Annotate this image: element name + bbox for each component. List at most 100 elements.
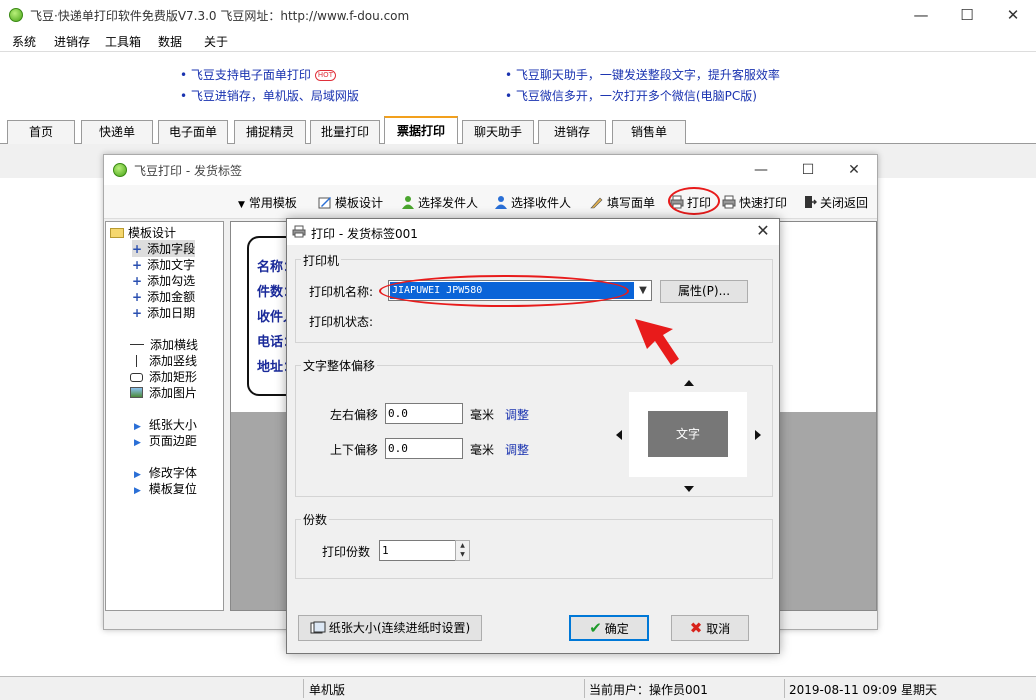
plus-icon: + — [132, 242, 143, 256]
tree-item-add-rect[interactable]: 添加矩形 — [130, 368, 197, 385]
ok-label: 确定 — [604, 622, 629, 636]
label-minimize-button[interactable]: — — [738, 155, 784, 185]
tb-label: 快速打印 — [739, 196, 788, 210]
tab-eorder[interactable]: 电子面单 — [158, 120, 228, 144]
offset-left-arrow-icon[interactable] — [616, 430, 622, 440]
pencil-icon — [590, 197, 603, 209]
promo-text[interactable]: 飞豆微信多开，一次打开多个微信(电脑PC版) — [516, 89, 757, 103]
hline-icon — [130, 344, 144, 345]
menu-inventory[interactable]: 进销存 — [54, 33, 90, 50]
label-window-titlebar: 飞豆打印 - 发货标签 — ☐ ✕ — [104, 155, 877, 185]
tab-express[interactable]: 快递单 — [81, 120, 153, 144]
tree-item-label: 纸张大小 — [148, 418, 197, 432]
tree-item-add-text[interactable]: + 添加文字 — [132, 256, 195, 273]
status-mode: 单机版 — [309, 683, 346, 697]
close-button[interactable]: ✕ — [990, 0, 1036, 30]
tab-inventory[interactable]: 进销存 — [538, 120, 606, 144]
tree-item-reset[interactable]: ▶ 模板复位 — [134, 480, 197, 497]
ud-adjust-link[interactable]: 调整 — [505, 441, 529, 458]
app-logo-icon — [9, 8, 23, 22]
tree-item-label: 添加金额 — [147, 290, 196, 304]
plus-icon: + — [132, 306, 143, 320]
ud-offset-label: 上下偏移 — [330, 443, 379, 457]
copies-input[interactable]: 1 — [379, 540, 456, 561]
lr-offset-input[interactable]: 0.0 — [385, 403, 463, 424]
spin-up-icon[interactable]: ▲ — [456, 541, 469, 550]
window-title: 飞豆·快递单打印软件免费版V7.3.0 飞豆网址：http://www.f-do… — [30, 9, 410, 23]
promo-link-eorder[interactable]: • 飞豆支持电子面单打印 HOT — [180, 66, 336, 83]
offset-group-label: 文字整体偏移 — [301, 357, 378, 374]
close-return-button[interactable]: 关闭返回 — [803, 194, 868, 211]
tree-item-label: 页面边距 — [148, 434, 197, 448]
promo-text[interactable]: 飞豆支持电子面单打印 — [191, 68, 311, 82]
tree-item-font[interactable]: ▶ 修改字体 — [134, 464, 197, 481]
plus-icon: + — [132, 290, 143, 304]
status-divider — [784, 679, 785, 698]
print-dialog-close-button[interactable]: ✕ — [753, 221, 773, 240]
promo-link-inventory[interactable]: • 飞豆进销存，单机版、局域网版 — [180, 87, 359, 104]
tree-item-add-field[interactable]: + 添加字段 — [132, 240, 196, 257]
tab-chat-helper[interactable]: 聊天助手 — [462, 120, 534, 144]
tab-capture[interactable]: 捕捉精灵 — [234, 120, 306, 144]
label-close-button[interactable]: ✕ — [831, 155, 877, 185]
template-design-button[interactable]: 模板设计 — [318, 194, 383, 211]
quick-print-button[interactable]: 快速打印 — [722, 194, 787, 211]
tree-item-label: 添加日期 — [147, 306, 196, 320]
copies-spinner[interactable]: ▲ ▼ — [455, 540, 470, 561]
printer-group-label: 打印机 — [301, 252, 342, 269]
tree-item-paper-size[interactable]: ▶ 纸张大小 — [134, 416, 197, 433]
tree-item-label: 修改字体 — [148, 466, 197, 480]
status-divider — [584, 679, 585, 698]
tree-item-margins[interactable]: ▶ 页面边距 — [134, 432, 197, 449]
menu-toolbox[interactable]: 工具箱 — [105, 33, 141, 50]
common-template-button[interactable]: ▼ 常用模板 — [238, 194, 297, 211]
offset-down-arrow-icon[interactable] — [684, 486, 694, 492]
chevron-down-icon[interactable]: ▼ — [635, 281, 651, 300]
design-pen-icon — [318, 197, 331, 209]
printer-properties-button[interactable]: 属性(P)... — [660, 280, 748, 303]
copies-group-label: 份数 — [301, 511, 330, 528]
promo-text[interactable]: 飞豆聊天助手，一键发送整段文字，提升客服效率 — [516, 68, 780, 82]
tree-item-add-vline[interactable]: 添加竖线 — [130, 352, 197, 369]
tree-item-add-check[interactable]: + 添加勾选 — [132, 272, 195, 289]
tab-batch-print[interactable]: 批量打印 — [310, 120, 380, 144]
spin-down-icon[interactable]: ▼ — [456, 550, 469, 559]
rect-icon — [130, 373, 143, 382]
main-tabs: 首页 快递单 电子面单 捕捉精灵 批量打印 票据打印 聊天助手 进销存 销售单 — [0, 113, 1036, 145]
promo-text[interactable]: 飞豆进销存，单机版、局域网版 — [191, 89, 359, 103]
menu-data[interactable]: 数据 — [158, 33, 182, 50]
paper-size-button[interactable]: 纸张大小(连续进纸时设置) — [298, 615, 482, 641]
lr-adjust-link[interactable]: 调整 — [505, 406, 529, 423]
tab-receipt-print[interactable]: 票据打印 — [384, 116, 458, 145]
select-sender-button[interactable]: 选择发件人 — [401, 194, 478, 211]
tree-item-add-amount[interactable]: + 添加金额 — [132, 288, 195, 305]
cancel-button[interactable]: ✖ 取消 — [671, 615, 749, 641]
offset-up-arrow-icon[interactable] — [684, 380, 694, 386]
triangle-right-icon: ▶ — [134, 438, 141, 448]
promo-link-chat[interactable]: • 飞豆聊天助手，一键发送整段文字，提升客服效率 — [505, 66, 780, 83]
main-titlebar: 飞豆·快递单打印软件免费版V7.3.0 飞豆网址：http://www.f-do… — [0, 0, 1036, 30]
menu-bar: 系统 进销存 工具箱 数据 关于 — [0, 30, 1036, 52]
label-maximize-button[interactable]: ☐ — [785, 155, 831, 185]
maximize-button[interactable]: ☐ — [944, 0, 990, 30]
menu-system[interactable]: 系统 — [12, 33, 36, 50]
tree-item-label: 添加字段 — [147, 242, 196, 256]
tab-home[interactable]: 首页 — [7, 120, 75, 144]
fill-form-button[interactable]: 填写面单 — [590, 194, 655, 211]
ud-unit-label: 毫米 — [470, 443, 495, 457]
select-receiver-button[interactable]: 选择收件人 — [494, 194, 571, 211]
minimize-button[interactable]: — — [898, 0, 944, 30]
tab-sales[interactable]: 销售单 — [612, 120, 686, 144]
promo-link-wechat[interactable]: • 飞豆微信多开，一次打开多个微信(电脑PC版) — [505, 87, 757, 104]
ud-offset-input[interactable]: 0.0 — [385, 438, 463, 459]
tree-item-add-image[interactable]: 添加图片 — [130, 384, 197, 401]
tree-item-add-hline[interactable]: 添加横线 — [130, 336, 198, 353]
tree-root[interactable]: 模板设计 — [110, 224, 176, 241]
tree-item-add-date[interactable]: + 添加日期 — [132, 304, 195, 321]
offset-right-arrow-icon[interactable] — [755, 430, 761, 440]
tb-label: 常用模板 — [248, 196, 297, 210]
receiver-user-icon — [495, 196, 507, 209]
tb-label: 填写面单 — [607, 196, 656, 210]
ok-button[interactable]: ✔ 确定 — [569, 615, 649, 641]
menu-about[interactable]: 关于 — [204, 33, 228, 50]
